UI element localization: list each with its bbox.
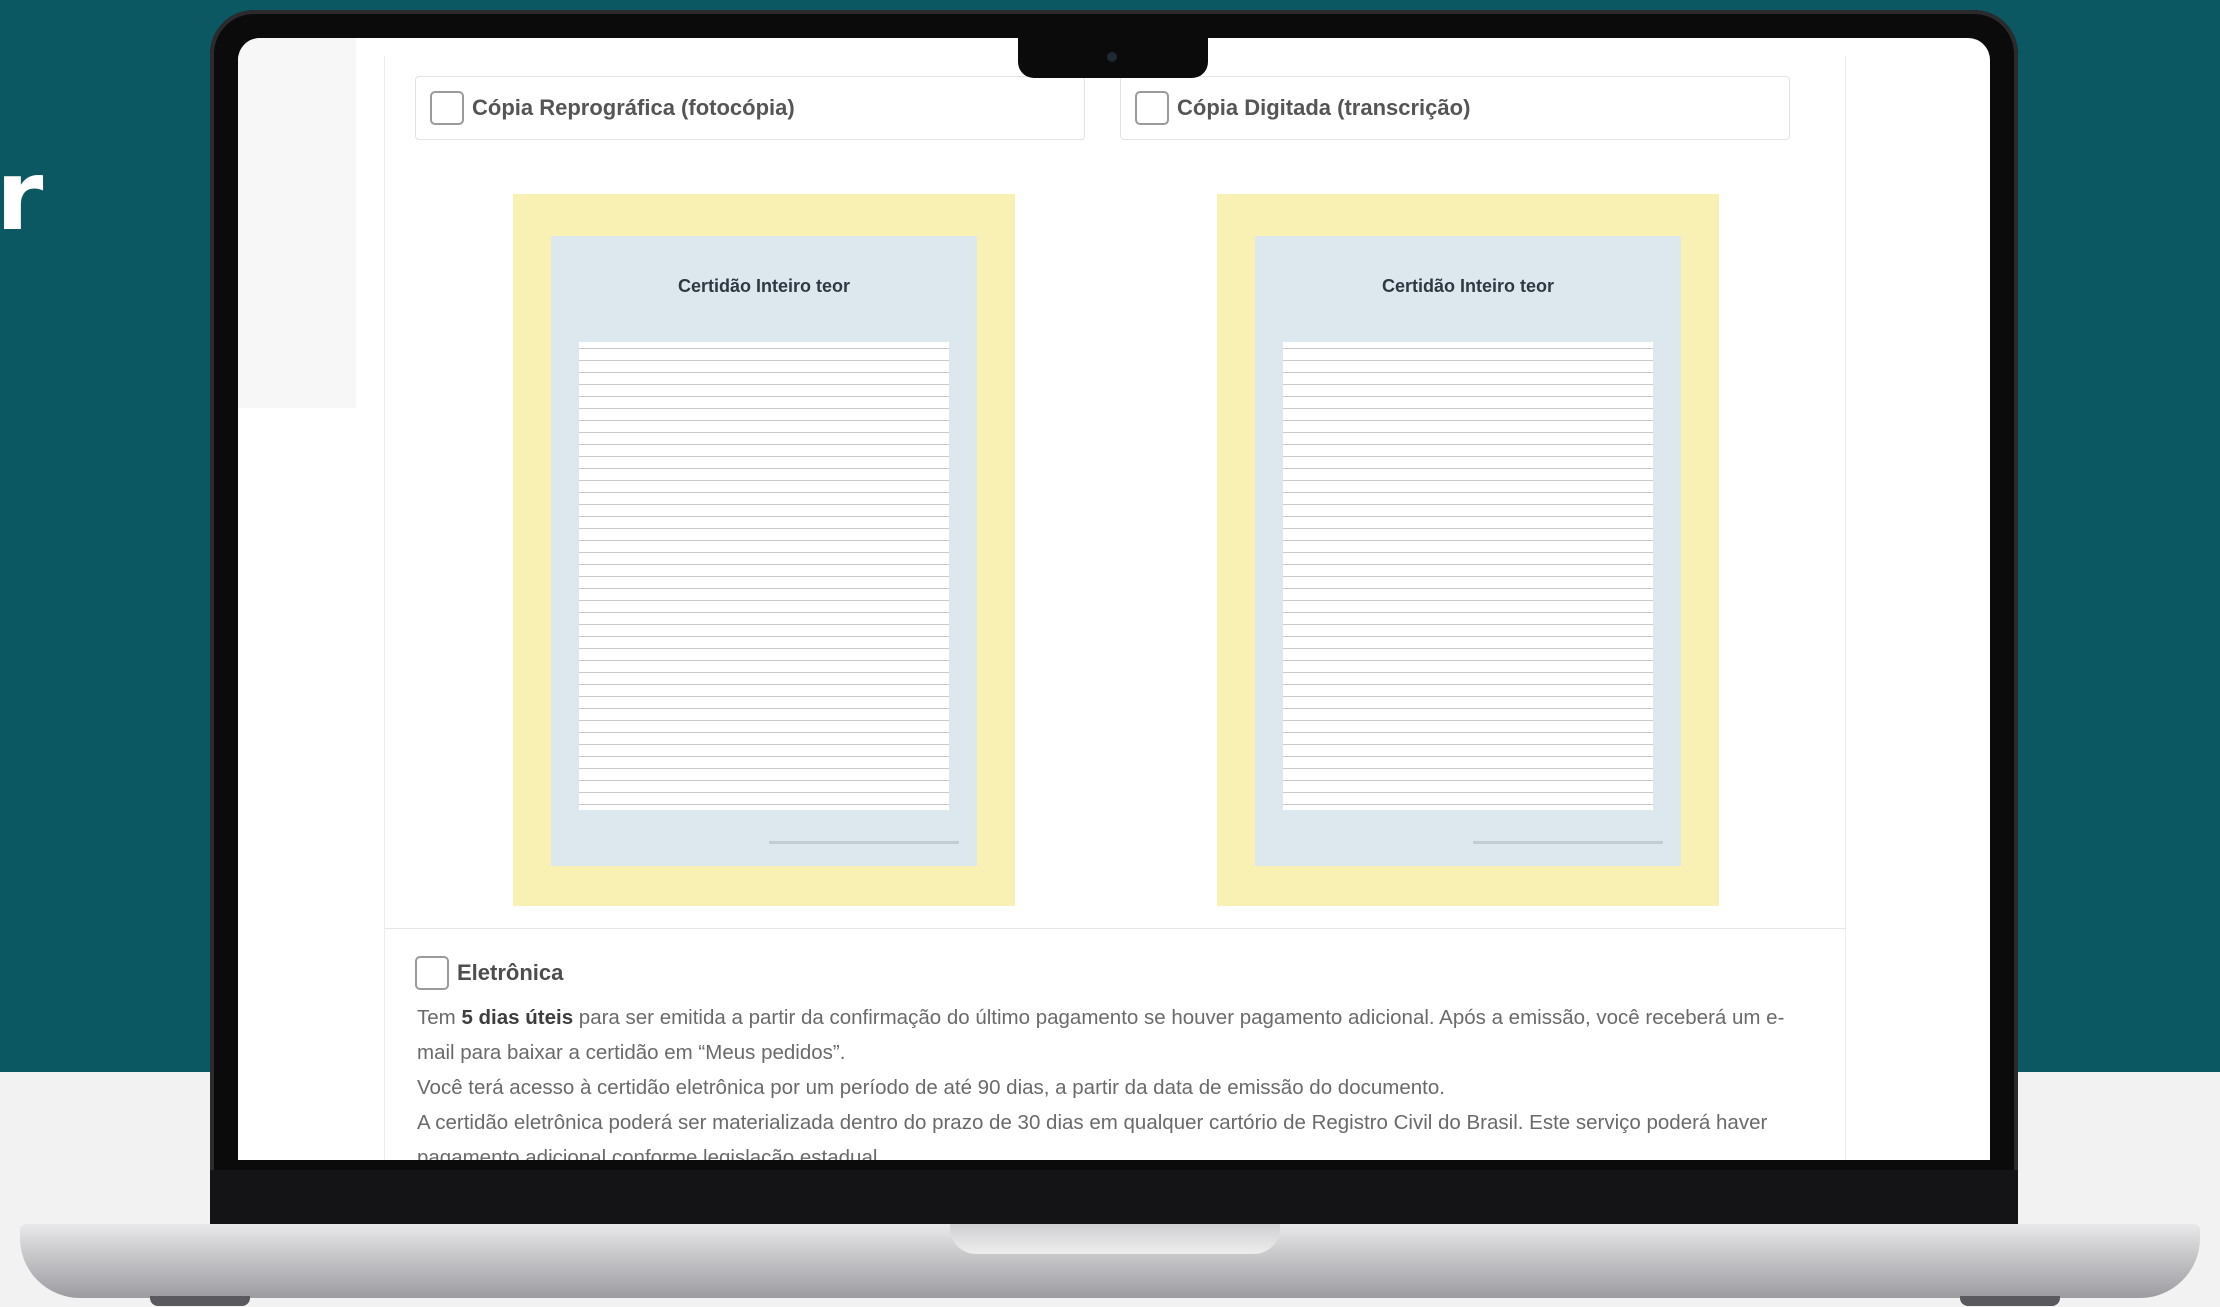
certificate-form: Cópia Reprográfica (fotocópia) Cópia Dig… (384, 56, 1846, 1160)
laptop-screen: Cópia Reprográfica (fotocópia) Cópia Dig… (238, 38, 1990, 1160)
preview-text-lines (1269, 326, 1667, 810)
preview-signature-line (769, 841, 959, 844)
transcription-label: Cópia Digitada (transcrição) (1177, 95, 1471, 120)
electronic-info: Tem 5 dias úteis para ser emitida a part… (417, 1000, 1807, 1160)
laptop-opening-notch (950, 1224, 1280, 1254)
preview-title: Certidão Inteiro teor (677, 276, 851, 296)
preview-signature-line (1473, 841, 1663, 844)
preview-document: Certidão Inteiro teor (1255, 236, 1681, 866)
electronic-label: Eletrônica (457, 960, 564, 985)
laptop-base (20, 1224, 2200, 1298)
laptop-screen-bezel-bottom (210, 1170, 2018, 1228)
camera-notch (1018, 34, 1208, 78)
laptop-foot (150, 1296, 250, 1306)
transcription-preview[interactable]: Certidão Inteiro teor (1217, 194, 1719, 906)
transcription-checkbox[interactable] (1135, 91, 1169, 125)
section-divider (385, 928, 1845, 929)
laptop-foot (1960, 1296, 2060, 1306)
preview-title: Certidão Inteiro teor (1381, 276, 1555, 296)
photocopy-preview[interactable]: Certidão Inteiro teor (513, 194, 1015, 906)
preview-document: Certidão Inteiro teor (551, 236, 977, 866)
option-photocopy[interactable]: Cópia Reprográfica (fotocópia) (415, 76, 1085, 140)
info-paragraph-delivery: Tem 5 dias úteis para ser emitida a part… (417, 1006, 1785, 1064)
info-paragraph-materialize: A certidão eletrônica poderá ser materia… (417, 1111, 1768, 1160)
background-heading-fragment: r (0, 140, 44, 252)
photocopy-checkbox[interactable] (430, 91, 464, 125)
option-transcription[interactable]: Cópia Digitada (transcrição) (1120, 76, 1790, 140)
electronic-checkbox[interactable] (415, 956, 449, 990)
preview-text-lines (565, 326, 963, 810)
laptop-lid: Cópia Reprográfica (fotocópia) Cópia Dig… (210, 10, 2018, 1228)
photocopy-label: Cópia Reprográfica (fotocópia) (472, 95, 795, 120)
option-electronic[interactable]: Eletrônica (415, 956, 563, 990)
info-paragraph-access: Você terá acesso à certidão eletrônica p… (417, 1076, 1445, 1099)
left-gutter (238, 38, 356, 408)
camera-icon (1107, 52, 1117, 62)
